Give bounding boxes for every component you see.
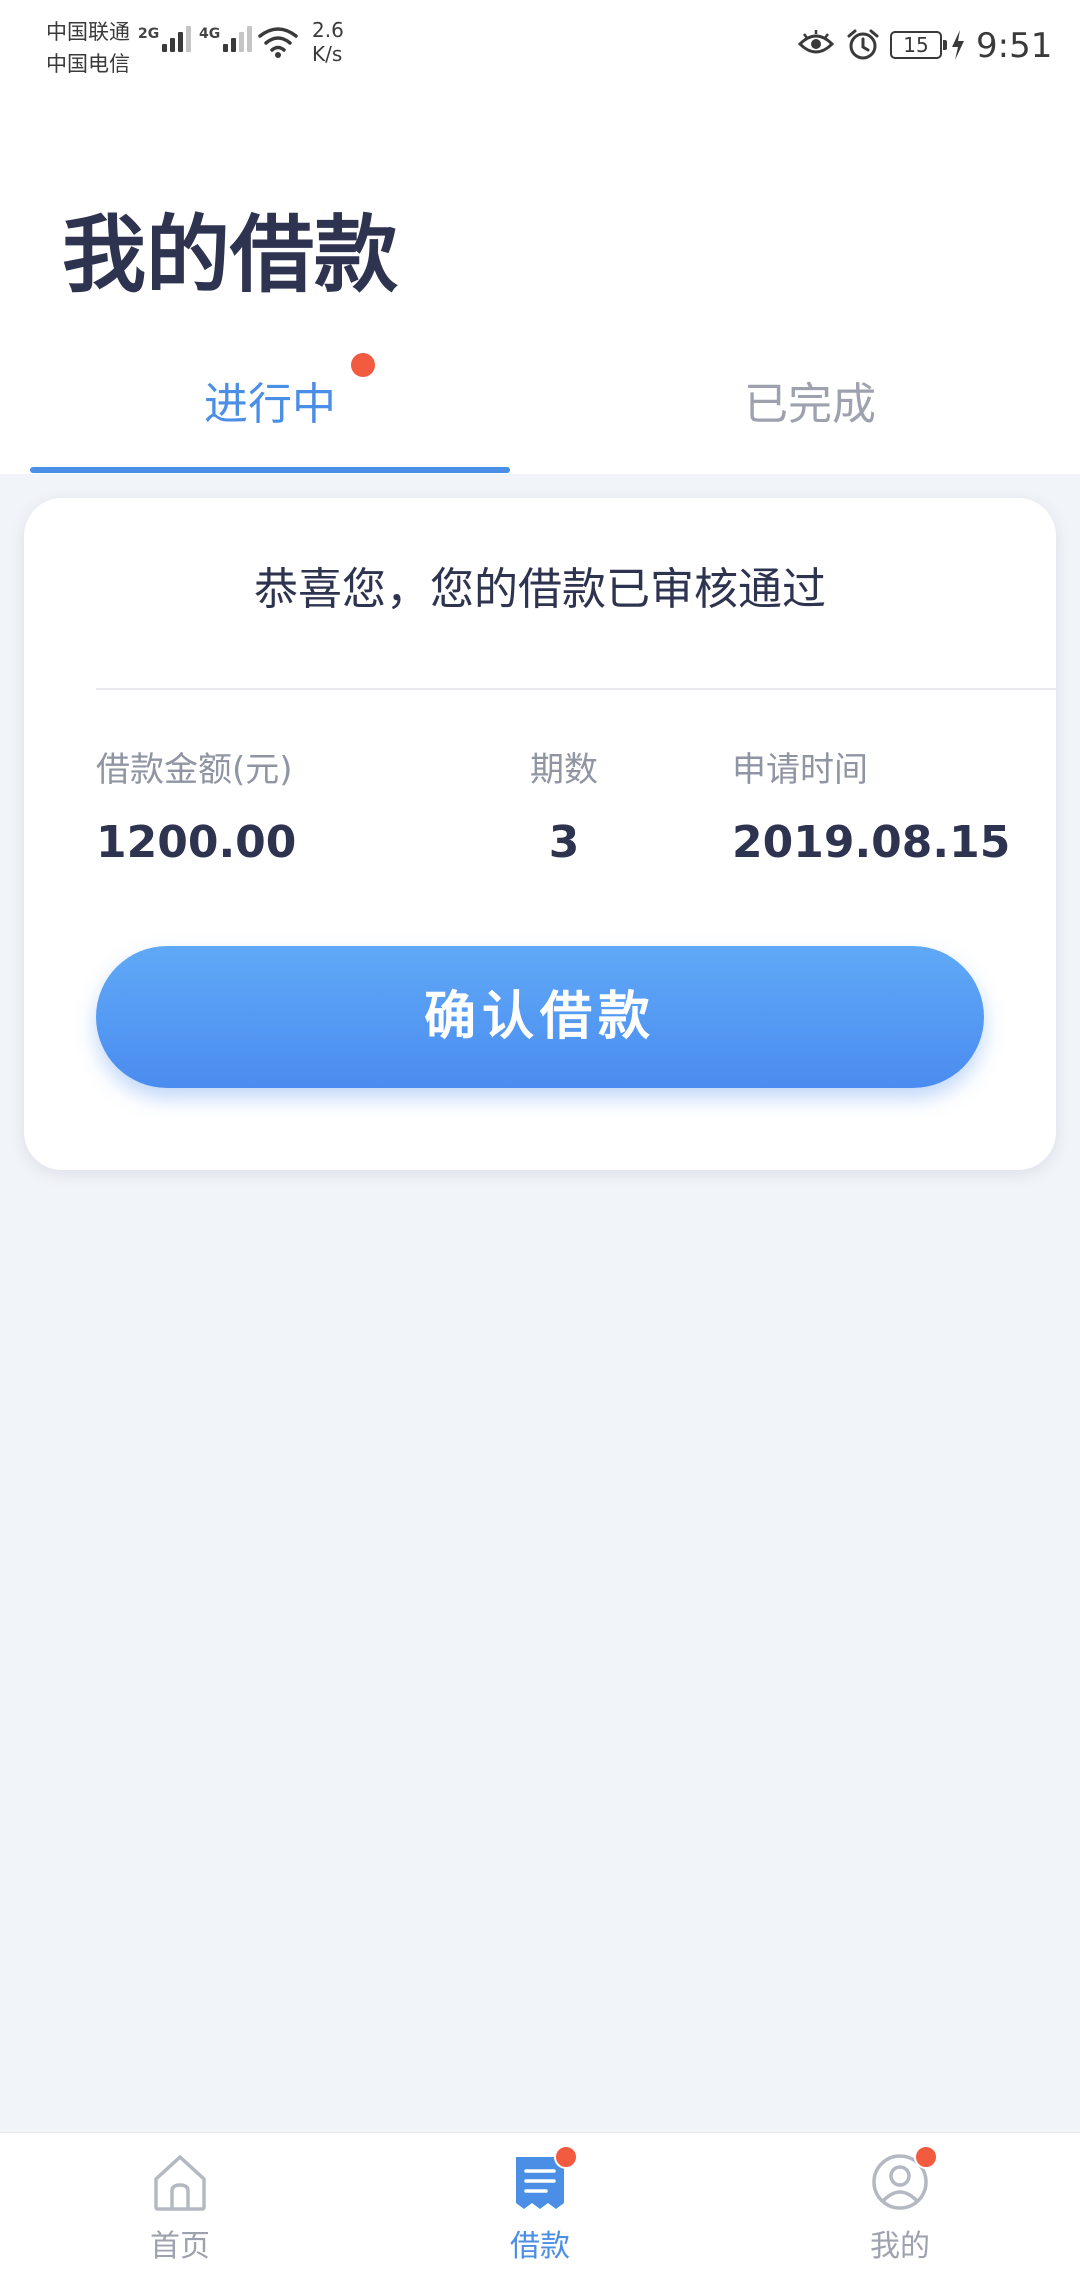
approval-message: 恭喜您，您的借款已审核通过: [254, 564, 826, 615]
loan-card: 恭喜您，您的借款已审核通过 借款金额(元) 1200.00 期数 3 申请时间 …: [24, 498, 1056, 1170]
active-tab-indicator: [30, 467, 510, 473]
alarm-icon: [847, 29, 879, 60]
nav-label-home: 首页: [150, 2229, 210, 2264]
apply-date-label: 申请时间: [732, 750, 868, 790]
tab-ongoing-badge: [351, 353, 375, 377]
nav-label-mine: 我的: [870, 2229, 930, 2264]
tab-ongoing[interactable]: 进行中: [30, 370, 510, 440]
status-time: 9:51: [976, 26, 1053, 66]
network-type-1: 2G: [138, 26, 160, 42]
eye-comfort-icon: [798, 30, 834, 54]
nav-loan-badge: [554, 2145, 578, 2169]
carrier-info: 中国联通 中国电信: [46, 16, 130, 80]
carrier-1: 中国联通: [46, 20, 130, 44]
speed-unit: K/s: [312, 42, 343, 66]
signal-2g-icon: 2G: [138, 26, 194, 52]
wifi-icon: [258, 27, 298, 58]
home-icon: [154, 2155, 206, 2211]
speed-value: 2.6: [312, 18, 344, 42]
apply-date-value: 2019.08.15: [732, 817, 1011, 868]
card-divider: [96, 688, 1056, 690]
page-title: 我的借款: [62, 206, 399, 304]
battery-icon: 15: [890, 31, 947, 59]
tab-completed[interactable]: 已完成: [600, 370, 1020, 440]
amount-label: 借款金额(元): [96, 750, 293, 790]
charging-icon: [952, 30, 964, 60]
signal-4g-icon: 4G: [199, 26, 255, 52]
bottom-nav: 首页 借款 我的: [0, 2132, 1080, 2280]
periods-value: 3: [548, 817, 580, 868]
network-type-2: 4G: [199, 26, 221, 42]
nav-item-home[interactable]: 首页: [60, 2133, 300, 2280]
confirm-loan-button[interactable]: 确认借款: [96, 946, 984, 1088]
network-speed: 2.6 K/s: [312, 18, 344, 66]
nav-item-mine[interactable]: 我的: [780, 2133, 1020, 2280]
nav-label-loan: 借款: [510, 2229, 570, 2264]
nav-item-loan[interactable]: 借款: [420, 2133, 660, 2280]
carrier-2: 中国电信: [46, 52, 130, 76]
amount-value: 1200.00: [96, 817, 297, 868]
battery-level: 15: [903, 33, 929, 57]
status-bar: 中国联通 中国电信 2G 4G 2.6 K/s 15 9:51: [0, 0, 1080, 92]
periods-label: 期数: [530, 750, 598, 790]
nav-mine-badge: [914, 2145, 938, 2169]
